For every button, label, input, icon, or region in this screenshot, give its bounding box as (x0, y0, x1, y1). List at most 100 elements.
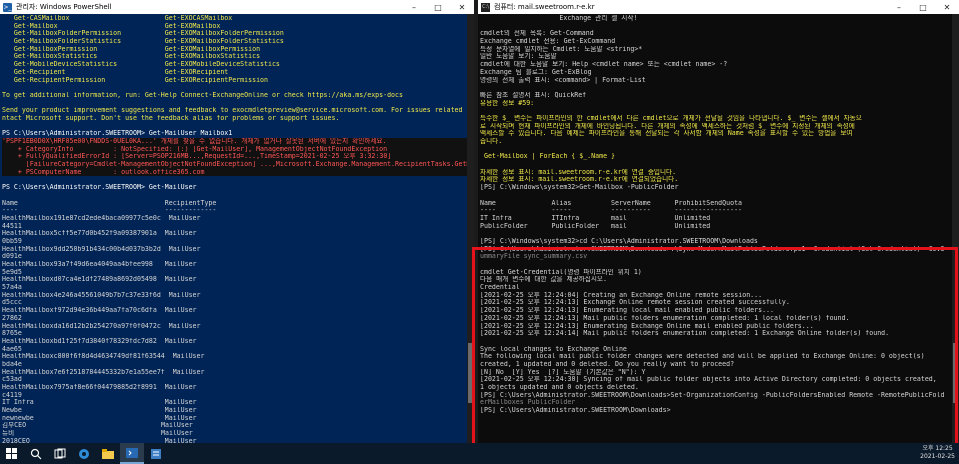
scrollbar[interactable] (952, 14, 959, 443)
powershell-titlebar[interactable]: >_ 관리자: Windows PowerShell – □ ✕ (0, 0, 474, 14)
console-line: HealthMailbox7975af8e66f04479885d2f8991 … (2, 384, 197, 391)
close-icon[interactable]: ✕ (935, 3, 959, 12)
console-line: 8765e (2, 330, 22, 338)
close-icon[interactable]: ✕ (450, 3, 474, 12)
console-line: 뉴비 MailUser (2, 430, 193, 438)
console-line: The following local mail public folder c… (480, 353, 925, 361)
minimize-icon[interactable]: – (402, 3, 426, 12)
search-icon (30, 448, 42, 459)
console-line: HealthMailboxda16d12b2b254270a97f0f0472c… (2, 322, 201, 330)
powershell-window[interactable]: >_ 관리자: Windows PowerShell – □ ✕ Get-CAS… (0, 0, 474, 443)
edge-button[interactable] (72, 443, 96, 464)
start-icon (6, 447, 17, 459)
scrollbar-thumb[interactable] (468, 343, 473, 403)
console-line: Newbe MailUser (2, 407, 197, 415)
console-line: 0bb59 (2, 237, 22, 245)
console-line: 다음 매개 변수에 대한 값을 제공하십시오. (480, 276, 607, 284)
console-line: Get-Mailbox | ForEach { $_.Name } (480, 153, 615, 161)
task-view-button[interactable] (48, 443, 72, 464)
edge-icon (79, 448, 89, 459)
exchange-shell-window[interactable]: C:\ 컴퓨터: mail.sweetroom.r-e.kr – □ ✕ Exc… (478, 0, 959, 443)
console-line: HealthMailbox4e246a45561049b7b7c37e33f6d… (2, 291, 201, 299)
console-line: 1 objects updated and 0 objects deleted. (480, 384, 639, 391)
console-line: [PS] C:\Users\Administrator.SWEETROOM\Do… (480, 245, 945, 253)
console-line: 57a4a (2, 284, 22, 292)
console-line: HealthMailbox7e6f2518784445332b7e1a55ee7… (2, 368, 205, 376)
console-line: 명령의 전체 출력 표시: <command> | Format-List (480, 76, 646, 84)
console-line: 액세스할 수 있습니다. 다음 예제는 파이프라인을 통해 전달되는 각 사서함… (480, 130, 853, 138)
console-line: cmdlet의 전체 목록: Get-Command (480, 30, 594, 38)
console-line: ---- ------------- (2, 207, 217, 215)
console-line: 44511 (2, 222, 22, 230)
console-output[interactable]: Get-CASMailbox Get-EXOCASMailbox Get-Mai… (2, 15, 472, 443)
console-line: [PS] C:\Windows\system32>Get-Mailbox -Pu… (480, 184, 679, 192)
console-line: ummaryFile sync_summary.csv (480, 253, 588, 261)
console-line: [2021-02-25 오후 12:24:14] Mail public fol… (480, 330, 890, 338)
console-line: 특정 문자열에 일치하는 Cmdlet: 도움말 <string>* (480, 45, 643, 53)
console-icon: C:\ (481, 2, 490, 12)
server-manager-button[interactable] (144, 443, 168, 464)
console-line: Get-MailboxFolderStatistics Get-EXOMailb… (2, 38, 284, 46)
maximize-icon[interactable]: □ (911, 3, 935, 12)
scrollbar[interactable] (467, 14, 474, 443)
console-line: Get-MobileDeviceStatistics Get-EXOMobile… (2, 61, 280, 69)
system-clock[interactable]: 오후 12:25 2021-02-25 (920, 445, 955, 461)
console-line: Name RecipientType (2, 199, 217, 207)
console-line: created, 1 updated and 0 deleted. Do you… (480, 360, 735, 368)
start-button[interactable] (0, 443, 24, 464)
exchange-shell-titlebar[interactable]: C:\ 컴퓨터: mail.sweetroom.r-e.kr – □ ✕ (478, 0, 959, 14)
console-line: newnewbe MailUser (2, 414, 197, 422)
powershell-icon (126, 447, 138, 458)
window-title: 관리자: Windows PowerShell (16, 3, 112, 11)
console-line: 줍니다. (480, 138, 503, 145)
maximize-icon[interactable]: □ (426, 3, 450, 12)
console-line: [2021-02-25 오후 12:24:13] Exchange Online… (480, 299, 790, 307)
console-line: Get-MailboxStatistics Get-EXOMailboxStat… (2, 53, 261, 61)
console-line: [2021-02-25 오후 12:24:30] Syncing of mail… (480, 376, 937, 384)
console-line: PS C:\Users\Administrator.SWEETROOM> Get… (2, 184, 197, 192)
console-output[interactable]: Exchange 관리 셸 시작! cmdlet의 전체 목록: Get-Comm… (480, 15, 957, 443)
console-line: [PS] C:\Windows\system32>cd C:\Users\Adm… (480, 237, 758, 245)
console-line: 로 시작되며 현재 파이프라인의 개체에 바인딩됩니다. 다른 개체의 속성에 … (480, 122, 855, 130)
search-button[interactable] (24, 443, 48, 464)
console-line: cmdlet에 대한 도움말 보기: Help <cmdlet name> 또는… (480, 61, 728, 69)
console-line: [2021-02-25 오후 12:24:13] Enumerating loc… (480, 307, 774, 315)
console-line: HealthMailbox93a7f49d6ea4049aa4bfee998 M… (2, 261, 197, 268)
file-explorer-icon (102, 448, 114, 459)
scrollbar-thumb[interactable] (953, 343, 958, 403)
console-line: HealthMailbox5cff5e77d0b452f9a09387901a … (2, 230, 197, 238)
console-line: 'PSPF1EB0D0X\HRF05e00\FNDDS-0UEL0KA...' … (2, 138, 472, 146)
console-line: HealthMailbox191e87cd2ede4baca09977c5e0c… (2, 214, 201, 222)
console-line: [PS] C:\Users\Administrator.SWEETROOM\Do… (480, 407, 671, 415)
console-line: [2021-02-25 오후 12:24:04] Creating an Exc… (480, 291, 763, 299)
console-line: Exchange 팀 블로그: Get-ExBlog (480, 68, 592, 76)
window-title: 컴퓨터: mail.sweetroom.r-e.kr (494, 3, 595, 11)
console-line: 특수한 $_ 변수는 파이프라인의 한 cmdlet에서 다른 cmdlet으로… (480, 114, 862, 122)
console-line: 5e9d5 (2, 268, 22, 276)
console-line: [N] No [Y] Yes [?] 도움말 (기본값은 "N"): Y (480, 368, 646, 376)
console-line: [FailureCategory=Cmdlet-ManagementObject… (2, 161, 472, 169)
console-line: Exchange cmdlet 전용: Get-ExCommand (480, 38, 616, 46)
clock-time: 오후 12:25 (922, 445, 953, 452)
console-line: Sync local changes to Exchange Online (480, 345, 627, 353)
file-explorer-button[interactable] (96, 443, 120, 464)
console-line: Exchange 관리 셸 시작! (480, 15, 638, 22)
console-line: [2021-02-25 오후 12:24:13] Enumerating Exc… (480, 322, 814, 330)
console-line: Credential (480, 284, 520, 292)
console-line: 빠른 참조 설명서 표시: QuickRef (480, 91, 587, 99)
console-line: Name Alias ServerName ProhibitSendQuota (480, 199, 743, 207)
minimize-icon[interactable]: – (887, 3, 911, 12)
console-line: d5ccc (2, 299, 22, 307)
console-line: Get-MailboxPermission Get-EXOMailboxPerm… (2, 45, 261, 53)
powershell-button[interactable] (120, 443, 144, 464)
console-line: To get additional information, run: Get-… (2, 91, 403, 99)
